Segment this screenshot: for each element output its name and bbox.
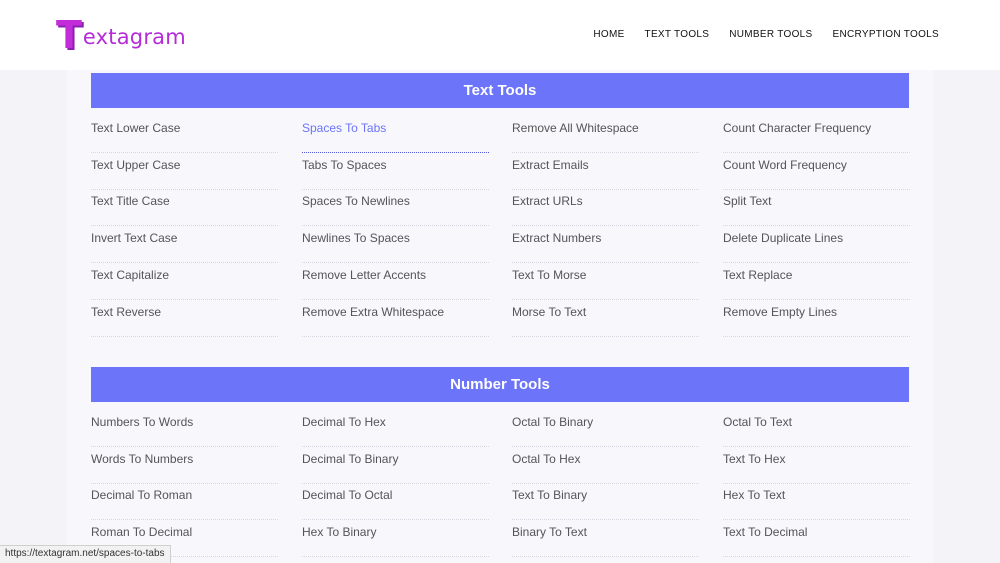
tool-link[interactable]: Remove Empty Lines bbox=[723, 301, 910, 337]
logo-mark: T bbox=[56, 13, 82, 57]
site-header: T extagram HOME TEXT TOOLS NUMBER TOOLS … bbox=[0, 0, 1000, 70]
tool-link[interactable]: Spaces To Newlines bbox=[302, 190, 489, 227]
section-title: Text Tools bbox=[91, 73, 909, 108]
tool-link[interactable]: Text To Morse bbox=[512, 264, 699, 300]
tool-link[interactable]: Extract Emails bbox=[512, 154, 699, 190]
site-logo[interactable]: T extagram bbox=[56, 13, 186, 57]
tool-link[interactable]: Text Title Case bbox=[91, 190, 278, 227]
status-bar-url: https://textagram.net/spaces-to-tabs bbox=[0, 545, 171, 563]
tool-link[interactable]: Decimal To Roman bbox=[91, 484, 278, 521]
nav-encryption-tools[interactable]: ENCRYPTION TOOLS bbox=[833, 29, 940, 40]
tool-link[interactable]: Count Word Frequency bbox=[723, 154, 910, 190]
tool-link[interactable]: Text Replace bbox=[723, 264, 910, 300]
tool-link[interactable]: Remove All Whitespace bbox=[512, 117, 699, 153]
tool-link[interactable]: Decimal To Hex bbox=[302, 411, 489, 447]
tool-link[interactable]: Remove Letter Accents bbox=[302, 264, 489, 300]
main-nav: HOME TEXT TOOLS NUMBER TOOLS ENCRYPTION … bbox=[573, 29, 939, 40]
tool-link[interactable]: Words To Numbers bbox=[91, 448, 278, 484]
tool-link[interactable]: Count Character Frequency bbox=[723, 117, 910, 153]
nav-number-tools[interactable]: NUMBER TOOLS bbox=[729, 29, 812, 40]
tool-link[interactable]: Text To Hex bbox=[723, 448, 910, 484]
tool-link[interactable]: Newlines To Spaces bbox=[302, 227, 489, 264]
section-title: Number Tools bbox=[91, 367, 909, 402]
logo-text: extagram bbox=[82, 25, 186, 49]
tool-link[interactable]: Text Capitalize bbox=[91, 264, 278, 300]
tool-link[interactable]: Remove Extra Whitespace bbox=[302, 301, 489, 337]
tool-link[interactable]: Decimal To Octal bbox=[302, 484, 489, 521]
tool-link[interactable]: Octal To Text bbox=[723, 411, 910, 447]
tool-link[interactable]: Tabs To Spaces bbox=[302, 154, 489, 190]
tool-link[interactable]: Octal To Binary bbox=[512, 411, 699, 447]
tool-link[interactable]: Numbers To Words bbox=[91, 411, 278, 447]
tool-link[interactable]: Extract URLs bbox=[512, 190, 699, 227]
tool-link[interactable]: Text Reverse bbox=[91, 301, 278, 337]
tool-link[interactable]: Binary To Text bbox=[512, 521, 699, 558]
tool-link[interactable]: Delete Duplicate Lines bbox=[723, 227, 910, 264]
tool-link[interactable]: Decimal To Binary bbox=[302, 448, 489, 484]
tool-link[interactable]: Extract Numbers bbox=[512, 227, 699, 264]
nav-home[interactable]: HOME bbox=[593, 29, 624, 40]
tool-link[interactable]: Hex To Text bbox=[723, 484, 910, 521]
tool-link[interactable]: Hex To Binary bbox=[302, 521, 489, 558]
tool-link[interactable]: Spaces To Tabs bbox=[302, 117, 489, 153]
tool-link[interactable]: Morse To Text bbox=[512, 301, 699, 337]
tool-link[interactable]: Invert Text Case bbox=[91, 227, 278, 264]
tool-link[interactable]: Octal To Hex bbox=[512, 448, 699, 484]
tool-link[interactable]: Text Lower Case bbox=[91, 117, 278, 153]
tool-link[interactable]: Text To Binary bbox=[512, 484, 699, 521]
tool-link[interactable]: Split Text bbox=[723, 190, 910, 227]
tool-link[interactable]: Text To Decimal bbox=[723, 521, 910, 558]
nav-text-tools[interactable]: TEXT TOOLS bbox=[645, 29, 710, 40]
tool-link[interactable]: Text Upper Case bbox=[91, 154, 278, 190]
